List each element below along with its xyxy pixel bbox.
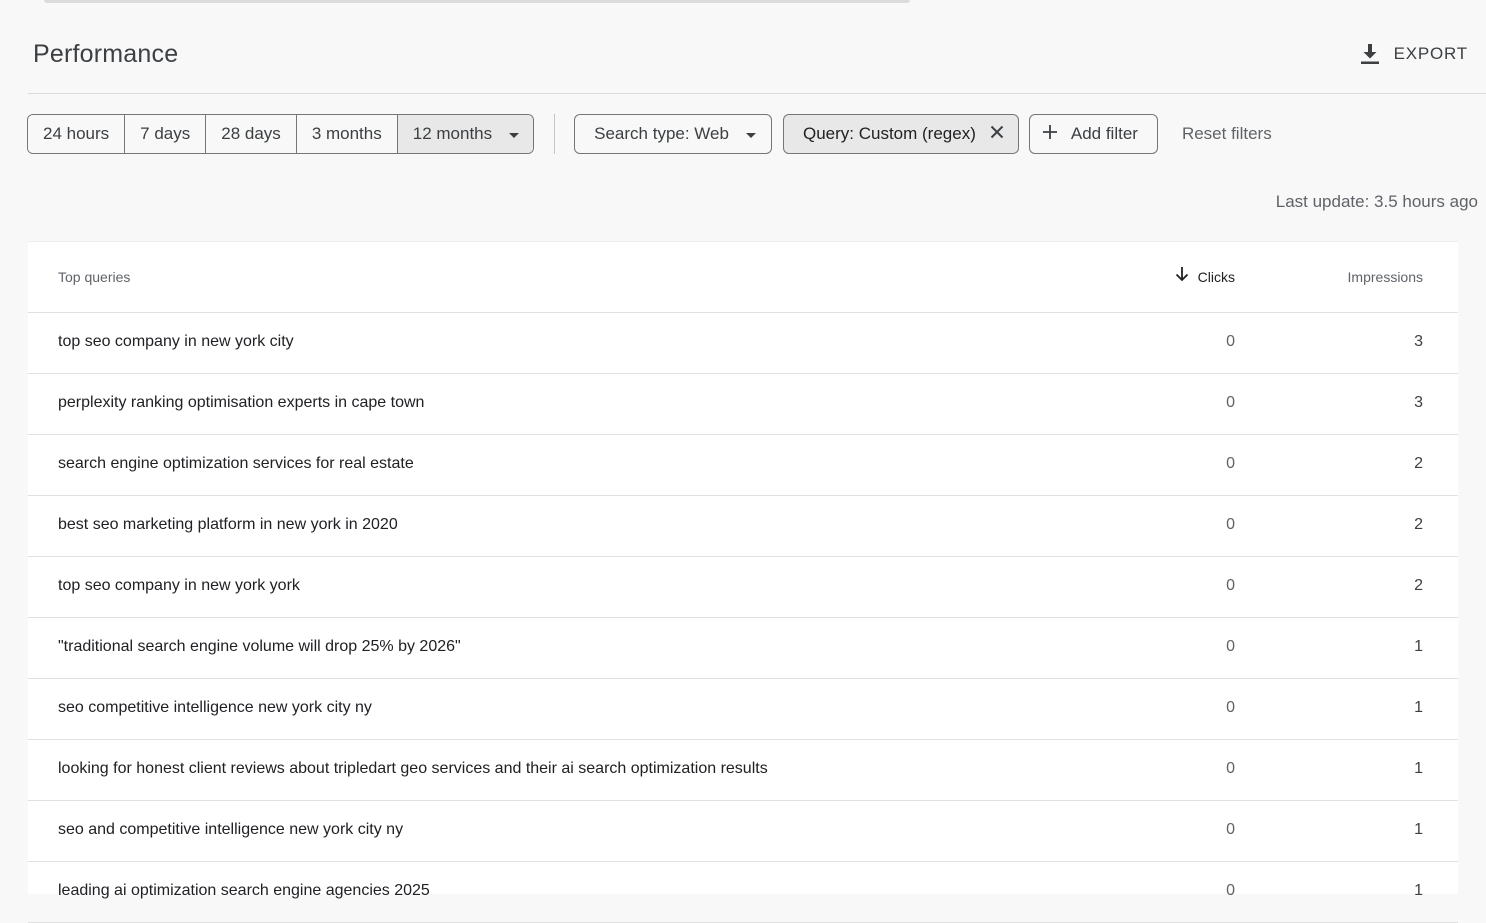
search-type-label: Search type: Web bbox=[594, 124, 729, 143]
clicks-cell: 0 bbox=[1226, 821, 1235, 838]
impressions-cell: 1 bbox=[1414, 638, 1423, 655]
query-cell: top seo company in new york city bbox=[58, 333, 294, 350]
query-filter-label: Query: Custom (regex) bbox=[802, 124, 976, 143]
top-bar-edge bbox=[44, 0, 910, 3]
page-title: Performance bbox=[33, 40, 179, 68]
close-icon[interactable] bbox=[990, 124, 1004, 144]
date-range-24-hours[interactable]: 24 hours bbox=[28, 115, 126, 153]
add-filter-label: Add filter bbox=[1070, 124, 1138, 143]
date-range-label: 28 days bbox=[221, 124, 281, 143]
filter-divider bbox=[554, 114, 556, 154]
clicks-cell: 0 bbox=[1226, 455, 1235, 472]
query-cell: looking for honest client reviews about … bbox=[58, 760, 768, 777]
query-cell: top seo company in new york york bbox=[58, 577, 300, 594]
impressions-cell: 1 bbox=[1414, 760, 1423, 777]
table-row[interactable]: perplexity ranking optimisation experts … bbox=[28, 374, 1458, 435]
query-filter-chip[interactable]: Query: Custom (regex) bbox=[782, 114, 1019, 154]
column-header-query: Top queries bbox=[58, 269, 131, 285]
table-row[interactable]: search engine optimization services for … bbox=[28, 435, 1458, 496]
clicks-cell: 0 bbox=[1226, 333, 1235, 350]
date-range-3-months[interactable]: 3 months bbox=[296, 115, 398, 153]
query-cell: leading ai optimization search engine ag… bbox=[58, 882, 430, 899]
impressions-cell: 3 bbox=[1414, 333, 1423, 350]
table-row[interactable]: "traditional search engine volume will d… bbox=[28, 618, 1458, 679]
table-row[interactable]: seo and competitive intelligence new yor… bbox=[28, 801, 1458, 862]
clicks-cell: 0 bbox=[1226, 516, 1235, 533]
date-range-label: 3 months bbox=[311, 124, 382, 143]
column-header-clicks[interactable]: Clicks bbox=[1175, 267, 1235, 285]
clicks-cell: 0 bbox=[1226, 882, 1235, 899]
clicks-cell: 0 bbox=[1226, 577, 1235, 594]
export-button[interactable]: EXPORT bbox=[1360, 40, 1468, 68]
export-label: EXPORT bbox=[1393, 44, 1468, 63]
date-range-label: 7 days bbox=[140, 124, 191, 143]
query-cell: "traditional search engine volume will d… bbox=[58, 638, 461, 655]
clicks-cell: 0 bbox=[1226, 760, 1235, 777]
table-body: top seo company in new york city 0 3 perple… bbox=[28, 313, 1458, 923]
caret-down-icon bbox=[509, 132, 520, 138]
impressions-cell: 1 bbox=[1414, 699, 1423, 716]
last-update-text: Last update: 3.5 hours ago bbox=[1275, 192, 1478, 211]
reset-filters-button[interactable]: Reset filters bbox=[1182, 124, 1272, 144]
page-header: Performance EXPORT bbox=[28, 26, 1486, 94]
table-header: Top queries Clicks Impressions bbox=[28, 242, 1458, 313]
download-icon bbox=[1360, 43, 1380, 65]
date-range-7-days[interactable]: 7 days bbox=[125, 115, 207, 153]
date-range-label: 12 months bbox=[412, 124, 493, 143]
table-tab-strip bbox=[28, 234, 1458, 242]
column-header-impressions[interactable]: Impressions bbox=[1348, 269, 1423, 285]
date-range-28-days[interactable]: 28 days bbox=[206, 115, 297, 153]
impressions-cell: 2 bbox=[1414, 516, 1423, 533]
queries-table: Top queries Clicks Impressions top seo c… bbox=[28, 234, 1458, 923]
impressions-cell: 1 bbox=[1414, 882, 1423, 899]
add-filter-button[interactable]: Add filter bbox=[1028, 114, 1158, 154]
date-range-label: 24 hours bbox=[43, 124, 110, 143]
table-row[interactable]: seo competitive intelligence new york ci… bbox=[28, 679, 1458, 740]
table-row[interactable]: best seo marketing platform in new york … bbox=[28, 496, 1458, 557]
query-cell: best seo marketing platform in new york … bbox=[58, 516, 398, 533]
table-row[interactable]: leading ai optimization search engine ag… bbox=[28, 862, 1458, 923]
impressions-cell: 3 bbox=[1414, 394, 1423, 411]
clicks-cell: 0 bbox=[1226, 638, 1235, 655]
table-row[interactable]: looking for honest client reviews about … bbox=[28, 740, 1458, 801]
arrow-down-icon bbox=[1175, 267, 1189, 282]
clicks-header-label: Clicks bbox=[1197, 269, 1235, 285]
filter-bar: 24 hours 7 days 28 days 3 months 12 mont… bbox=[27, 114, 1272, 154]
table-row[interactable]: top seo company in new york york 0 2 bbox=[28, 557, 1458, 618]
caret-down-icon bbox=[745, 132, 756, 138]
clicks-cell: 0 bbox=[1226, 394, 1235, 411]
query-cell: perplexity ranking optimisation experts … bbox=[58, 394, 425, 411]
query-cell: search engine optimization services for … bbox=[58, 455, 414, 472]
plus-icon bbox=[1042, 124, 1058, 145]
query-cell: seo and competitive intelligence new yor… bbox=[58, 821, 404, 838]
search-type-dropdown[interactable]: Search type: Web bbox=[574, 114, 772, 154]
query-cell: seo competitive intelligence new york ci… bbox=[58, 699, 372, 716]
impressions-cell: 1 bbox=[1414, 821, 1423, 838]
table-row[interactable]: top seo company in new york city 0 3 bbox=[28, 313, 1458, 374]
date-range-selector: 24 hours 7 days 28 days 3 months 12 mont… bbox=[27, 114, 535, 154]
impressions-cell: 2 bbox=[1414, 455, 1423, 472]
clicks-cell: 0 bbox=[1226, 699, 1235, 716]
date-range-12-months[interactable]: 12 months bbox=[397, 115, 534, 153]
impressions-cell: 2 bbox=[1414, 577, 1423, 594]
